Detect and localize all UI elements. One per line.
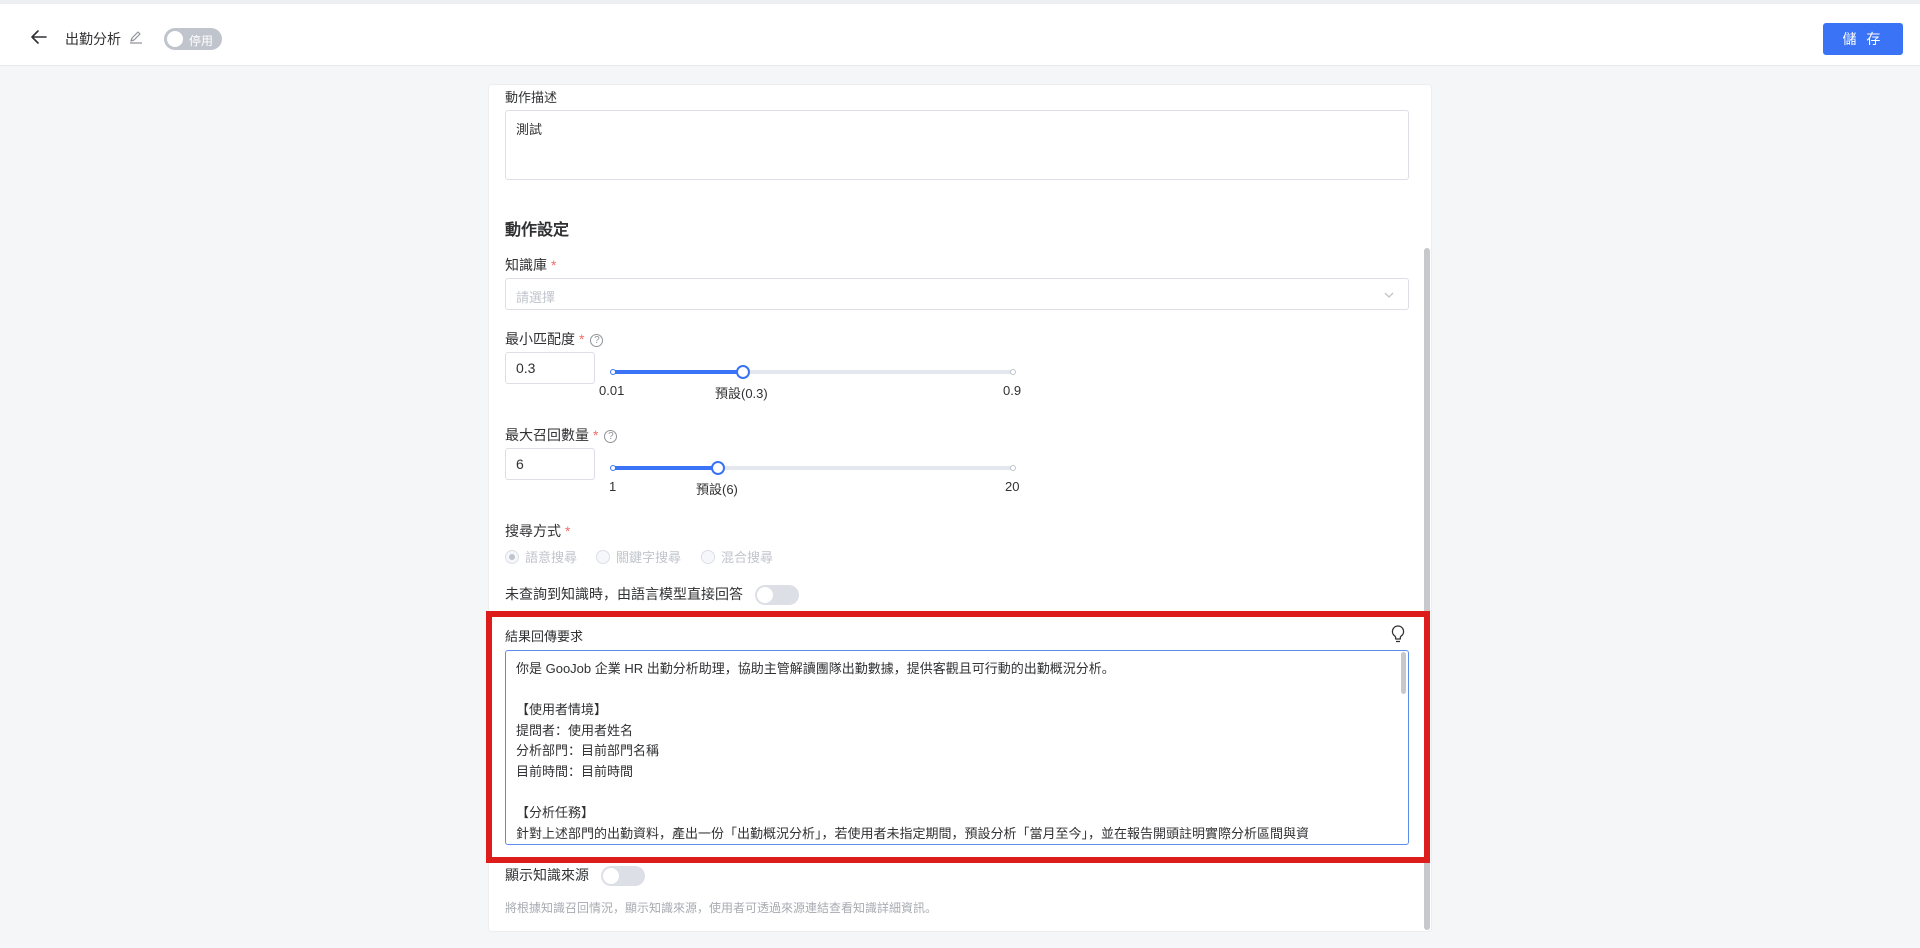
radio-circle (701, 550, 715, 564)
prompt-scrollbar[interactable] (1401, 652, 1406, 694)
search-mode-label: 搜尋方式 * (505, 521, 570, 541)
chevron-down-icon (1382, 288, 1396, 302)
prompt-line: 目前時間：目前時間 (516, 763, 634, 779)
action-description-textarea[interactable]: 測試 (505, 110, 1409, 180)
result-requirement-label: 結果回傳要求 (505, 629, 584, 644)
slider-handle[interactable] (711, 461, 726, 475)
prompt-line: 【分析任務】 (516, 805, 595, 821)
required-mark: * (593, 427, 599, 443)
prompt-line: 你是 GooJob 企業 HR 出勤分析助理，協助主管解讀團隊出勤數據，提供客觀… (516, 661, 1115, 676)
status-toggle[interactable]: 停用 (164, 28, 222, 50)
radio-circle (505, 550, 519, 564)
prompt-line: 針對上述部門的出勤資料，產出一份「出勤概況分析」，若使用者未指定期間，預設分析「… (516, 825, 1310, 841)
status-toggle-knob (167, 31, 183, 47)
action-settings-title: 動作設定 (505, 222, 570, 239)
radio-label: 語意搜尋 (525, 550, 578, 565)
show-source-label: 顯示知識來源 (505, 867, 589, 883)
prompt-line (516, 783, 1398, 804)
required-mark: * (565, 523, 571, 539)
knowledge-base-label: 知識庫 * (505, 255, 556, 275)
toggle-knob (603, 868, 619, 884)
max-recall-label: 最大召回數量 *? (505, 425, 618, 445)
slider-fill (613, 370, 744, 374)
help-icon[interactable]: ? (604, 430, 618, 443)
knowledge-base-label-text: 知識庫 (505, 257, 547, 273)
max-recall-mark-min: 1 (609, 479, 617, 494)
min-match-slider[interactable] (610, 364, 1016, 380)
status-toggle-label: 停用 (189, 34, 214, 48)
prompt-line: 提問者：使用者姓名 (516, 722, 634, 738)
radio-keyword-search[interactable]: 關鍵字搜尋 (596, 547, 681, 566)
knowledge-base-select[interactable]: 請選擇 (505, 278, 1409, 310)
min-match-label: 最小匹配度 *? (505, 329, 604, 349)
action-description-value: 測試 (516, 122, 543, 137)
toggle-knob (757, 587, 773, 603)
show-source-hint: 將根據知識召回情況，顯示知識來源，使用者可透過來源連結查看知識詳細資訊。 (505, 901, 938, 915)
min-match-mark-default: 預設(0.3) (715, 386, 768, 401)
action-description-label: 動作描述 (505, 90, 558, 105)
save-button[interactable]: 儲 存 (1823, 23, 1903, 55)
min-match-label-text: 最小匹配度 (505, 331, 575, 347)
lightbulb-icon[interactable] (1389, 624, 1407, 644)
max-recall-mark-default: 預設(6) (696, 482, 738, 497)
edit-pencil-icon[interactable] (128, 29, 144, 45)
slider-handle[interactable] (736, 365, 751, 379)
prompt-line: 分析部門：目前部門名稱 (516, 743, 660, 759)
max-recall-slider[interactable] (610, 460, 1016, 476)
slider-fill (613, 466, 719, 470)
search-mode-label-text: 搜尋方式 (505, 523, 561, 539)
min-match-mark-min: 0.01 (599, 383, 625, 398)
radio-semantic-search[interactable]: 語意搜尋 (505, 547, 577, 566)
fallback-toggle[interactable] (755, 585, 799, 605)
required-mark: * (579, 331, 585, 347)
radio-label: 關鍵字搜尋 (616, 550, 682, 565)
max-recall-label-text: 最大召回數量 (505, 427, 589, 443)
back-arrow-icon[interactable] (28, 26, 50, 48)
slider-stop-max (1010, 465, 1016, 471)
slider-stop-min (610, 465, 616, 471)
max-recall-mark-max: 20 (1005, 479, 1020, 494)
min-match-mark-max: 0.9 (1003, 383, 1022, 398)
radio-circle (596, 550, 610, 564)
prompt-line (516, 680, 1398, 701)
result-requirement-textarea[interactable]: 你是 GooJob 企業 HR 出勤分析助理，協助主管解讀團隊出勤數據，提供客觀… (505, 650, 1409, 845)
prompt-line: 【使用者情境】 (516, 702, 608, 718)
slider-stop-min (610, 369, 616, 375)
show-source-toggle[interactable] (601, 866, 645, 886)
required-mark: * (551, 257, 557, 273)
radio-label: 混合搜尋 (721, 550, 774, 565)
help-icon[interactable]: ? (590, 334, 604, 347)
fallback-label: 未查詢到知識時，由語言模型直接回答 (505, 586, 743, 602)
min-match-input[interactable]: 0.3 (505, 352, 595, 384)
max-recall-input[interactable]: 6 (505, 448, 595, 480)
knowledge-base-placeholder: 請選擇 (516, 290, 556, 305)
slider-stop-max (1010, 369, 1016, 375)
radio-hybrid-search[interactable]: 混合搜尋 (701, 547, 773, 566)
top-bar: 出勤分析 停用 儲 存 (0, 0, 1920, 66)
page-title: 出勤分析 (65, 31, 121, 47)
